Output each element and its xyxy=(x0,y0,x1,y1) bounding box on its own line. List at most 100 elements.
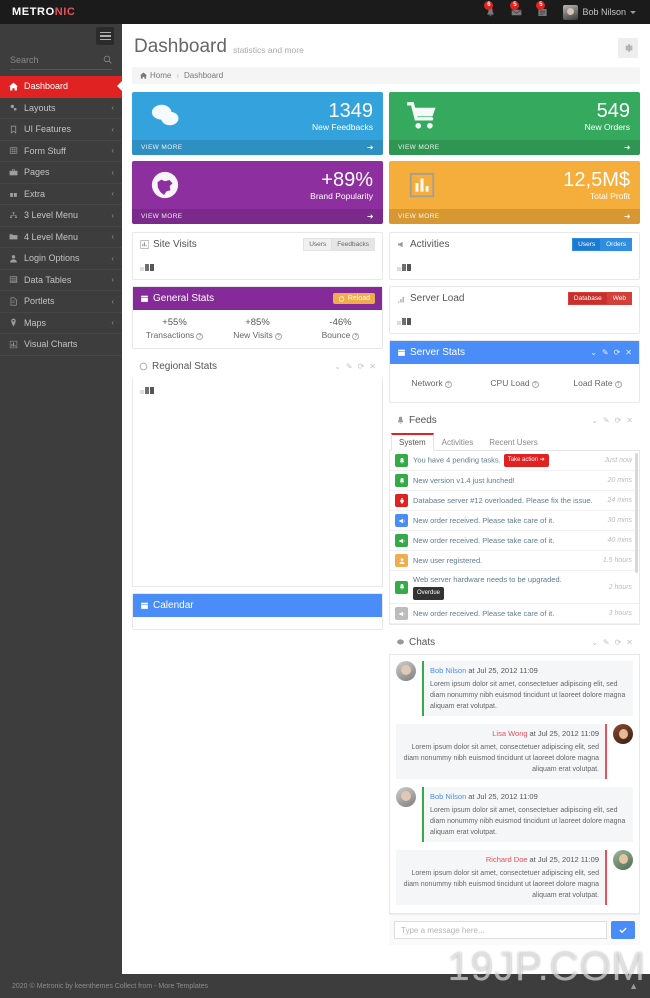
info-icon[interactable]: ? xyxy=(444,381,452,388)
sidebar-item-label: Dashboard xyxy=(24,81,69,92)
notifications-button[interactable]: 6 xyxy=(477,0,503,24)
collapse-icon[interactable]: ⌄ xyxy=(590,348,597,357)
inbox-button[interactable]: 5 xyxy=(503,0,529,24)
sidebar-item-form-stuff[interactable]: Form Stuff ‹ xyxy=(0,141,122,162)
reload-icon[interactable]: ⟳ xyxy=(615,416,622,425)
chat-text: Lorem ipsum dolor sit amet, consectetuer… xyxy=(430,681,626,710)
btn-web[interactable]: Web xyxy=(606,292,632,305)
feed-item[interactable]: New version v1.4 just lunched! 20 mins xyxy=(390,471,639,491)
tab-system[interactable]: System xyxy=(391,433,434,451)
sidebar-item-login-options[interactable]: Login Options ‹ xyxy=(0,248,122,270)
sidebar-item-maps[interactable]: Maps ‹ xyxy=(0,313,122,334)
sidebar-item-visual-charts[interactable]: Visual Charts xyxy=(0,334,122,356)
collapse-icon[interactable]: ⌄ xyxy=(591,416,598,425)
btn-feedbacks[interactable]: Feedbacks xyxy=(331,238,375,251)
info-icon[interactable]: ? xyxy=(274,333,282,340)
sidebar-item-pages[interactable]: Pages ‹ xyxy=(0,162,122,184)
btn-orders[interactable]: Orders xyxy=(600,238,632,251)
info-icon[interactable]: ? xyxy=(196,333,204,340)
reload-icon[interactable]: ⟳ xyxy=(614,348,621,357)
btn-database[interactable]: Database xyxy=(567,292,607,305)
stat-tile-view-more[interactable]: VIEW MORE ➜ xyxy=(132,209,383,224)
sidebar-item-ui-features[interactable]: UI Features ‹ xyxy=(0,119,122,141)
search-icon[interactable] xyxy=(103,55,112,64)
sidebar-item-portlets[interactable]: Portlets ‹ xyxy=(0,291,122,313)
config-icon[interactable]: ✎ xyxy=(603,416,610,425)
regional-stats-map xyxy=(132,378,383,587)
btn-users[interactable]: Users xyxy=(303,238,332,251)
chat-message-input[interactable]: Type a message here... xyxy=(394,921,607,939)
chart-icon xyxy=(140,240,149,249)
config-icon[interactable]: ✎ xyxy=(346,362,353,371)
chat-send-button[interactable] xyxy=(611,921,635,939)
chevron-left-icon: ‹ xyxy=(111,146,114,156)
sidebar-item-label: Data Tables xyxy=(24,274,72,285)
reload-icon[interactable]: ⟳ xyxy=(358,362,365,371)
reload-button[interactable]: Reload xyxy=(332,293,375,304)
collapse-icon[interactable]: ⌄ xyxy=(591,638,598,647)
go-top-button[interactable]: ▲ xyxy=(629,981,638,991)
feed-item[interactable]: You have 4 pending tasks. Take action ➜ Ju… xyxy=(390,451,639,471)
tasks-button[interactable]: 5 xyxy=(529,0,555,24)
collapse-icon[interactable]: ⌄ xyxy=(334,362,341,371)
chat-author[interactable]: Lisa Wong xyxy=(492,729,527,738)
config-icon[interactable]: ✎ xyxy=(603,638,610,647)
feed-item[interactable]: New order received. Please take care of … xyxy=(390,511,639,531)
sidebar-item-extra[interactable]: Extra ‹ xyxy=(0,184,122,205)
feed-item[interactable]: New user registered. 1.5 hours xyxy=(390,551,639,571)
stat-tile-number: +89% xyxy=(321,168,373,191)
stat-tile-0[interactable]: 1349 New Feedbacks VIEW MORE ➜ xyxy=(132,92,383,155)
info-icon[interactable]: ? xyxy=(352,333,360,340)
stat-tile-view-more[interactable]: VIEW MORE ➜ xyxy=(389,209,640,224)
settings-button[interactable] xyxy=(618,38,638,58)
server-load-toggle: Database Web xyxy=(567,292,632,305)
chat-author[interactable]: Richard Doe xyxy=(486,855,528,864)
portlet-title-text: Site Visits xyxy=(153,239,197,250)
chevron-left-icon: ‹ xyxy=(111,253,114,263)
sidebar-item-4-level-menu[interactable]: 4 Level Menu ‹ xyxy=(0,227,122,248)
stat-tile-view-more[interactable]: VIEW MORE ➜ xyxy=(389,140,640,155)
feed-action-button[interactable]: Take action ➜ xyxy=(503,454,549,467)
btn-users[interactable]: Users xyxy=(572,238,601,251)
search-input[interactable]: Search xyxy=(10,55,39,65)
user-icon xyxy=(10,254,17,263)
home-icon xyxy=(9,82,18,91)
chat-timestamp: at Jul 25, 2012 11:09 xyxy=(529,855,600,864)
reload-icon[interactable]: ⟳ xyxy=(615,638,622,647)
app-logo[interactable]: METRONIC xyxy=(0,6,122,18)
sidebar-toggle-button[interactable] xyxy=(96,27,114,45)
chat-timestamp: at Jul 25, 2012 11:09 xyxy=(529,729,600,738)
close-icon[interactable]: ✕ xyxy=(626,416,633,425)
feed-item[interactable]: Web server hardware needs to be upgraded… xyxy=(390,571,639,604)
general-stat-value: -46% xyxy=(329,317,352,328)
feed-item[interactable]: New order received. Please take care of … xyxy=(390,531,639,551)
bar-chart-icon xyxy=(9,340,24,349)
stat-tile-1[interactable]: 549 New Orders VIEW MORE ➜ xyxy=(389,92,640,155)
server-stat-cell: Load Rate? xyxy=(556,376,639,388)
sidebar-item-data-tables[interactable]: Data Tables ‹ xyxy=(0,270,122,291)
stat-tile-2[interactable]: +89% Brand Popularity VIEW MORE ➜ xyxy=(132,161,383,224)
stat-tile-view-more[interactable]: VIEW MORE ➜ xyxy=(132,140,383,155)
chat-author[interactable]: Bob Nilson xyxy=(430,792,466,801)
sidebar-item-layouts[interactable]: Layouts ‹ xyxy=(0,98,122,119)
user-menu[interactable]: Bob Nilson xyxy=(555,4,640,20)
sidebar-search[interactable]: Search xyxy=(10,50,112,70)
info-icon[interactable]: ? xyxy=(531,381,539,388)
feeds-scrollbar[interactable] xyxy=(635,453,638,573)
feed-item[interactable]: New order received. Please take care of … xyxy=(390,604,639,624)
close-icon[interactable]: ✕ xyxy=(626,638,633,647)
close-icon[interactable]: ✕ xyxy=(625,348,632,357)
comments-icon xyxy=(151,104,179,126)
sidebar-item-dashboard[interactable]: Dashboard xyxy=(0,76,122,98)
config-icon[interactable]: ✎ xyxy=(602,348,609,357)
chat-author[interactable]: Bob Nilson xyxy=(430,666,466,675)
close-icon[interactable]: ✕ xyxy=(369,362,376,371)
breadcrumb-home[interactable]: Home xyxy=(140,71,171,80)
stat-tile-3[interactable]: 12,5M$ Total Profit VIEW MORE ➜ xyxy=(389,161,640,224)
feed-item[interactable]: Database server #12 overloaded. Please f… xyxy=(390,491,639,511)
tab-activities[interactable]: Activities xyxy=(434,433,482,451)
tab-recent-users[interactable]: Recent Users xyxy=(481,433,545,451)
info-icon[interactable]: ? xyxy=(614,381,622,388)
sidebar-item-3-level-menu[interactable]: 3 Level Menu ‹ xyxy=(0,205,122,227)
portlet-tools: ⌄ ✎ ⟳ ✕ xyxy=(591,638,633,647)
